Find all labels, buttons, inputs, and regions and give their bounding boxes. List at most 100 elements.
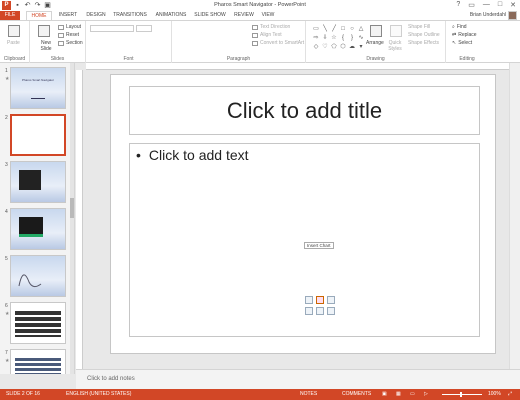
title-placeholder[interactable]: Click to add title [129, 86, 480, 135]
align-text-button[interactable]: Align Text [252, 32, 282, 38]
pentagon-icon[interactable]: ⬠ [330, 43, 338, 51]
tab-file[interactable]: FILE [0, 11, 20, 20]
help-icon[interactable]: ? [456, 1, 460, 9]
close-icon[interactable]: ✕ [510, 1, 516, 9]
user-name[interactable]: Brian Underdahl [470, 12, 506, 18]
layout-button[interactable]: Layout [58, 24, 81, 30]
thumbnail-image[interactable]: Pharos Smart Navigator [10, 67, 66, 109]
thumbnail-scrollbar[interactable] [70, 63, 74, 374]
thumbnail-image[interactable] [10, 161, 66, 203]
reading-view-icon[interactable]: ▭ [410, 391, 415, 397]
new-slide-button[interactable]: New Slide [35, 40, 57, 52]
thumbnail-slide-3[interactable]: 3 [0, 161, 74, 206]
arrow-icon[interactable]: ⇨ [312, 34, 320, 42]
ribbon-display-icon[interactable]: ▭ [468, 1, 475, 9]
shape-outline-button[interactable]: Shape Outline [408, 32, 440, 38]
tab-slide-show[interactable]: SLIDE SHOW [192, 11, 228, 20]
brace-icon[interactable]: } [348, 34, 356, 42]
tab-transitions[interactable]: TRANSITIONS [110, 11, 150, 20]
quick-styles-button[interactable]: Quick Styles [386, 40, 404, 52]
brace-icon[interactable]: { [339, 34, 347, 42]
arrange-button[interactable]: Arrange [366, 40, 384, 46]
maximize-icon[interactable]: □ [498, 1, 502, 9]
replace-button[interactable]: ⇄ Replace [452, 32, 477, 38]
bullet-line[interactable]: • Click to add text [136, 147, 249, 163]
paste-button[interactable]: Paste [7, 40, 20, 46]
reset-icon [58, 32, 64, 38]
line-icon[interactable]: ╲ [321, 25, 329, 33]
zoom-slider[interactable] [442, 394, 482, 395]
insert-video-icon[interactable] [327, 307, 335, 315]
zoom-slider-knob[interactable] [460, 392, 462, 397]
comments-toggle[interactable]: COMMENTS [342, 391, 371, 397]
notes-toggle[interactable]: NOTES [300, 391, 317, 397]
paragraph-group: Text Direction Align Text Convert to Sma… [172, 21, 306, 63]
normal-view-icon[interactable]: ▣ [382, 391, 387, 397]
tab-design[interactable]: DESIGN [83, 11, 109, 20]
notes-placeholder[interactable]: Click to add notes [87, 376, 135, 382]
slideshow-view-icon[interactable]: ▷ [424, 391, 428, 397]
slide-scrollbar[interactable] [509, 63, 520, 369]
avatar[interactable] [508, 11, 517, 20]
thumbnail-image[interactable] [10, 208, 66, 250]
shape-effects-button[interactable]: Shape Effects [408, 40, 439, 46]
text-box-icon[interactable]: ▭ [312, 25, 320, 33]
thumbnail-slide-7[interactable]: 7 ★ [0, 349, 74, 374]
paste-icon[interactable] [8, 25, 20, 37]
fit-slide-icon[interactable]: ⤢ [508, 391, 512, 397]
scrollbar-thumb[interactable] [70, 198, 74, 218]
callout-icon[interactable]: ◇ [312, 43, 320, 51]
thumbnail-slide-4[interactable]: 4 [0, 208, 74, 253]
triangle-icon[interactable]: △ [357, 25, 365, 33]
find-button[interactable]: ⌕ Find [452, 24, 467, 30]
thumbnail-slide-5[interactable]: 5 [0, 255, 74, 300]
convert-smartart-button[interactable]: Convert to SmartArt [252, 40, 304, 46]
text-direction-button[interactable]: Text Direction [252, 24, 290, 30]
minimize-icon[interactable]: — [483, 1, 490, 9]
thumbnail-slide-1[interactable]: 1 ★ Pharos Smart Navigator [0, 67, 74, 112]
notes-pane[interactable]: Click to add notes [76, 369, 520, 389]
slide-thumbnail-pane[interactable]: 1 ★ Pharos Smart Navigator 2 3 4 5 6 ★ 7… [0, 63, 75, 374]
line-icon[interactable]: ╱ [330, 25, 338, 33]
tab-animations[interactable]: ANIMATIONS [152, 11, 190, 20]
thumbnail-slide-6[interactable]: 6 ★ [0, 302, 74, 347]
content-placeholder[interactable]: • Click to add text [129, 143, 480, 337]
section-button[interactable]: Section [58, 40, 83, 46]
new-slide-icon[interactable] [38, 25, 50, 37]
more-shapes-icon[interactable]: ▾ [357, 43, 365, 51]
language-indicator[interactable]: ENGLISH (UNITED STATES) [66, 391, 131, 397]
insert-table-icon[interactable] [305, 296, 313, 304]
slide-sorter-icon[interactable]: ▦ [396, 391, 401, 397]
curve-icon[interactable]: ∿ [357, 34, 365, 42]
font-size-select[interactable] [136, 25, 152, 32]
shape-fill-button[interactable]: Shape Fill [408, 24, 430, 30]
tab-insert[interactable]: INSERT [55, 11, 81, 20]
insert-picture-icon[interactable] [305, 307, 313, 315]
font-name-select[interactable] [90, 25, 134, 32]
thumbnail-slide-2[interactable]: 2 [0, 114, 74, 159]
hexagon-icon[interactable]: ⬡ [339, 43, 347, 51]
cloud-icon[interactable]: ☁ [348, 43, 356, 51]
star-icon[interactable]: ☆ [330, 34, 338, 42]
zoom-level[interactable]: 100% [488, 391, 501, 397]
quick-styles-icon[interactable] [390, 25, 402, 37]
select-button[interactable]: ↖ Select [452, 40, 472, 46]
thumbnail-image[interactable] [10, 349, 66, 374]
slide-canvas[interactable]: Click to add title • Click to add text [110, 74, 496, 354]
rectangle-icon[interactable]: □ [339, 25, 347, 33]
thumbnail-image[interactable] [10, 302, 66, 344]
tab-review[interactable]: REVIEW [231, 11, 257, 20]
arrange-icon[interactable] [370, 25, 382, 37]
arrow-icon[interactable]: ⇩ [321, 34, 329, 42]
reset-button[interactable]: Reset [58, 32, 79, 38]
insert-smartart-icon[interactable] [327, 296, 335, 304]
tab-view[interactable]: VIEW [258, 11, 278, 20]
text-direction-icon [252, 24, 258, 30]
oval-icon[interactable]: ○ [348, 25, 356, 33]
thumbnail-image[interactable] [10, 114, 66, 156]
insert-online-picture-icon[interactable] [316, 307, 324, 315]
thumbnail-image[interactable] [10, 255, 66, 297]
heart-icon[interactable]: ♡ [321, 43, 329, 51]
insert-chart-icon[interactable] [316, 296, 324, 304]
shapes-gallery[interactable]: ▭ ╲ ╱ □ ○ △ ⇨ ⇩ ☆{} ∿ ◇ ♡ ⬠ ⬡ ☁ ▾ [312, 25, 365, 51]
